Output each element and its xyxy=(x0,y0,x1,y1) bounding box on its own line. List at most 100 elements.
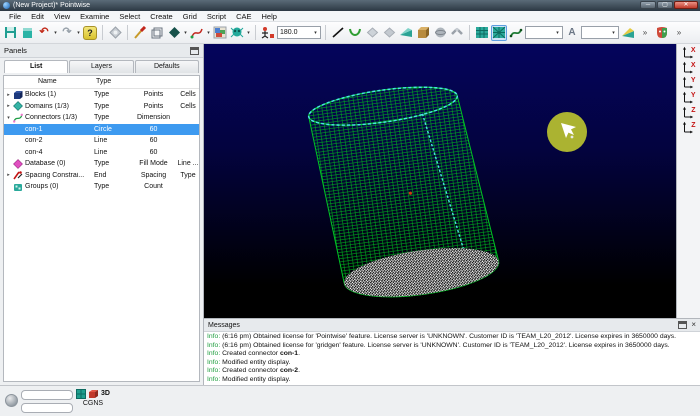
cylinder-mesh xyxy=(306,77,501,306)
menu-script[interactable]: Script xyxy=(202,12,231,21)
average-spacing-icon[interactable]: A xyxy=(564,25,580,41)
tab-layers[interactable]: Layers xyxy=(69,60,133,73)
tree-row-blocks-1[interactable]: ▸Blocks (1)TypePointsCells xyxy=(4,89,199,101)
expander-icon[interactable]: ▸ xyxy=(4,172,13,178)
spider-mask-dropdown-icon[interactable]: ▾ xyxy=(246,30,251,36)
close-button[interactable]: ✕ xyxy=(674,1,698,9)
tab-list[interactable]: List xyxy=(4,60,68,73)
entity-col3: 60 xyxy=(135,149,172,156)
tree-row-con-1[interactable]: con-1Circle60 xyxy=(4,124,199,136)
entity-col2: End xyxy=(94,172,135,179)
unstructured-grid-icon[interactable] xyxy=(491,25,507,41)
panels-float-icon[interactable] xyxy=(190,47,199,55)
green-curve-icon[interactable] xyxy=(347,25,363,41)
diamond-flat-icon[interactable] xyxy=(364,25,380,41)
mask-icon[interactable] xyxy=(654,25,670,41)
tree-row-con-2[interactable]: con-2Line60 xyxy=(4,135,199,147)
viewport-canvas[interactable] xyxy=(204,44,676,318)
draw-brush-icon[interactable] xyxy=(132,25,148,41)
menu-examine[interactable]: Examine xyxy=(75,12,114,21)
message-text: Modified entity display. xyxy=(222,376,290,383)
cae-format-label: CGNS xyxy=(76,400,110,407)
messages-close-icon[interactable]: × xyxy=(691,321,696,329)
help-icon[interactable]: ? xyxy=(82,25,98,41)
panels-title: Panels xyxy=(4,46,27,55)
minimize-button[interactable]: ─ xyxy=(640,1,656,9)
overflow-chevron-icon[interactable]: » xyxy=(671,25,687,41)
menu-cae[interactable]: CAE xyxy=(231,12,256,21)
status-field-1 xyxy=(21,390,73,400)
dimension-combobox[interactable]: ▾ xyxy=(525,26,563,39)
message-text: Modified entity display. xyxy=(222,359,290,366)
tree-row-spacing-constrai[interactable]: ▸Spacing Constrai...EndSpacingType xyxy=(4,170,199,182)
save-icon[interactable] xyxy=(2,25,18,41)
entity-name: con-4 xyxy=(25,149,94,156)
entity-col3: Fill Mode xyxy=(135,160,172,167)
view-plus-x-button[interactable]: X xyxy=(681,46,697,59)
no-icon xyxy=(13,147,25,157)
view-plus-z-button[interactable]: Z xyxy=(681,106,697,119)
menu-select[interactable]: Select xyxy=(114,12,145,21)
tree-row-domains-1-3[interactable]: ▸Domains (1/3)TypePointsCells xyxy=(4,101,199,113)
wire-cube-icon[interactable] xyxy=(149,25,165,41)
messages-float-icon[interactable] xyxy=(678,321,687,329)
toolbar-separator xyxy=(127,25,128,40)
spacing-combobox[interactable]: ▾ xyxy=(581,26,619,39)
wedge-yellow-icon[interactable] xyxy=(620,25,636,41)
redo-icon[interactable]: ↷ xyxy=(59,25,75,41)
menu-create[interactable]: Create xyxy=(145,12,178,21)
view-minus-x-button[interactable]: X xyxy=(681,61,697,74)
message-level: Info: xyxy=(207,333,222,340)
maximize-button[interactable]: ▢ xyxy=(657,1,673,9)
view-minus-y-button[interactable]: Y xyxy=(681,91,697,104)
block-cube-icon[interactable] xyxy=(415,25,431,41)
tree-row-database-0[interactable]: Database (0)TypeFill ModeLine ... xyxy=(4,158,199,170)
menu-edit[interactable]: Edit xyxy=(26,12,49,21)
line-segment-icon[interactable] xyxy=(330,25,346,41)
message-text: Created connector xyxy=(222,367,280,374)
examine-icon[interactable] xyxy=(107,25,123,41)
tree-row-con-4[interactable]: con-4Line60 xyxy=(4,147,199,159)
message-text-end: . xyxy=(298,350,300,357)
spider-mask-icon[interactable] xyxy=(229,25,245,41)
open-project-icon[interactable] xyxy=(19,25,35,41)
dimension-3d-label: 3D xyxy=(101,390,110,397)
column-name[interactable]: Name xyxy=(38,78,57,85)
curve-tool-dropdown-icon[interactable]: ▾ xyxy=(206,30,211,36)
tree-row-connectors-1-3[interactable]: ▾Connectors (1/3)TypeDimension xyxy=(4,112,199,124)
menu-grid[interactable]: Grid xyxy=(178,12,202,21)
message-text-end: . xyxy=(298,367,300,374)
angle-combobox[interactable]: 180.0 ▾ xyxy=(277,26,321,39)
undo-dropdown-icon[interactable]: ▾ xyxy=(53,30,58,36)
menu-file[interactable]: File xyxy=(4,12,26,21)
sphere-gray-icon[interactable] xyxy=(432,25,448,41)
domain-icon xyxy=(13,101,25,111)
solid-diamond-dropdown-icon[interactable]: ▾ xyxy=(183,30,188,36)
messages-panel: Messages × Info: (6:16 pm) Obtained lice… xyxy=(204,318,700,385)
menu-view[interactable]: View xyxy=(49,12,75,21)
column-type[interactable]: Type xyxy=(96,78,111,85)
assemble-hands-icon[interactable] xyxy=(449,25,465,41)
expander-icon[interactable]: ▸ xyxy=(4,103,13,109)
image-icon[interactable] xyxy=(212,25,228,41)
diamond-flat-icon[interactable] xyxy=(381,25,397,41)
view-plus-y-button[interactable]: Y xyxy=(681,76,697,89)
tree-row-groups-0[interactable]: Groups (0)TypeCount xyxy=(4,181,199,193)
solid-diamond-icon[interactable] xyxy=(166,25,182,41)
undo-icon[interactable]: ↶ xyxy=(36,25,52,41)
expander-icon[interactable]: ▾ xyxy=(4,115,13,121)
connector-icon xyxy=(13,113,25,123)
group-icon xyxy=(13,182,25,192)
redo-dropdown-icon[interactable]: ▾ xyxy=(76,30,81,36)
entity-col3: Points xyxy=(135,91,172,98)
transform-icon[interactable] xyxy=(260,25,276,41)
overflow-chevron-icon[interactable]: » xyxy=(637,25,653,41)
expander-icon[interactable]: ▸ xyxy=(4,92,13,98)
connector-dimension-icon[interactable] xyxy=(508,25,524,41)
curve-tool-icon[interactable] xyxy=(189,25,205,41)
structured-grid-icon[interactable] xyxy=(474,25,490,41)
tab-defaults[interactable]: Defaults xyxy=(135,60,199,73)
wedge-teal-icon[interactable] xyxy=(398,25,414,41)
menu-help[interactable]: Help xyxy=(256,12,281,21)
view-minus-z-button[interactable]: Z xyxy=(681,121,697,134)
